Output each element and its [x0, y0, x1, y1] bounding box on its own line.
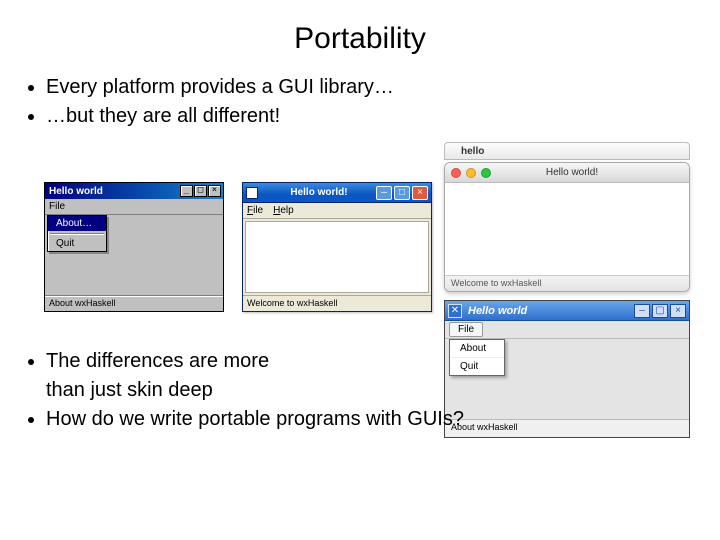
window-title: Hello world! — [461, 167, 683, 178]
menu-file[interactable]: File — [247, 205, 263, 216]
status-bar: Welcome to wxHaskell — [445, 275, 689, 291]
close-button[interactable]: × — [670, 304, 686, 318]
bullet: The differences are more — [46, 348, 464, 375]
screenshot-macos: hello Hello world! Welcome to wxHaskell — [444, 142, 690, 292]
close-button[interactable] — [451, 168, 461, 178]
screenshot-winxp: Hello world! – □ × File Help Welcome to … — [242, 182, 432, 312]
screenshot-kde: ✕ Hello world – ▢ × File About Quit Abou… — [444, 300, 690, 438]
client-area — [245, 221, 429, 293]
mac-window: Hello world! Welcome to wxHaskell — [444, 162, 690, 292]
menubar[interactable]: File Help — [243, 203, 431, 219]
minimize-button[interactable]: – — [634, 304, 650, 318]
minimize-button[interactable]: _ — [180, 185, 193, 197]
bullets-bottom: The differences are more than just skin … — [28, 348, 464, 435]
titlebar[interactable]: Hello world _ □ × — [45, 183, 223, 199]
menubar[interactable]: File — [45, 199, 223, 215]
titlebar[interactable]: Hello world! — [445, 163, 689, 183]
maximize-button[interactable]: ▢ — [652, 304, 668, 318]
mac-app-menu[interactable]: hello — [461, 146, 484, 157]
status-bar: About wxHaskell — [445, 419, 689, 437]
menu-item-about[interactable]: About… — [48, 216, 106, 231]
minimize-button[interactable]: – — [376, 186, 392, 200]
titlebar[interactable]: ✕ Hello world – ▢ × — [445, 301, 689, 321]
bullet: …but they are all different! — [46, 103, 720, 130]
window-title: Hello world! — [262, 187, 376, 198]
client-area: About Quit — [445, 339, 689, 419]
window-title: Hello world — [462, 305, 634, 317]
maximize-button[interactable]: □ — [194, 185, 207, 197]
menu-dropdown: About… Quit — [47, 215, 107, 252]
menu-separator — [50, 233, 104, 234]
bullet: Every platform provides a GUI library… — [46, 74, 720, 101]
client-area — [445, 183, 689, 275]
titlebar[interactable]: Hello world! – □ × — [243, 183, 431, 203]
menubar[interactable]: File — [445, 321, 689, 339]
status-bar: About wxHaskell — [45, 295, 223, 311]
menu-file[interactable]: File — [49, 201, 65, 212]
window-title: Hello world — [47, 186, 180, 197]
screenshot-win9x: Hello world _ □ × File About… Quit About… — [44, 182, 224, 312]
slide-title: Portability — [0, 0, 720, 74]
close-button[interactable]: × — [208, 185, 221, 197]
client-area: About… Quit — [45, 215, 223, 295]
maximize-button[interactable]: □ — [394, 186, 410, 200]
bullet: How do we write portable programs with G… — [46, 406, 464, 433]
menu-file[interactable]: File — [449, 322, 483, 337]
close-button[interactable]: × — [412, 186, 428, 200]
menu-help[interactable]: Help — [273, 205, 294, 216]
bullet-continuation: than just skin deep — [46, 377, 464, 404]
app-icon: ✕ — [448, 304, 462, 318]
bullets-top: Every platform provides a GUI library… …… — [0, 74, 720, 130]
mac-menubar[interactable]: hello — [444, 142, 690, 160]
status-bar: Welcome to wxHaskell — [243, 295, 431, 311]
app-icon — [246, 187, 258, 199]
menu-item-quit[interactable]: Quit — [48, 236, 106, 251]
